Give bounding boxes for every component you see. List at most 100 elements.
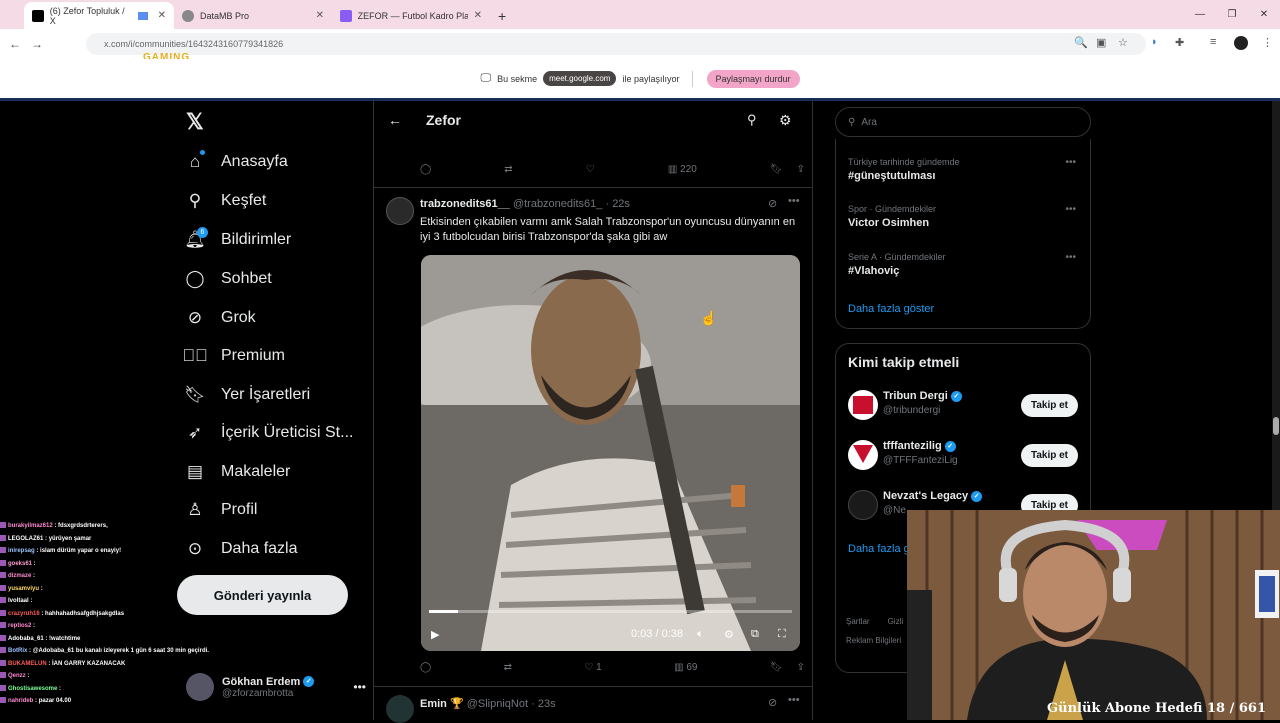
share-icon[interactable]: ⇪ xyxy=(797,164,805,175)
tweet-handle[interactable]: @SlipniqNot xyxy=(467,698,528,710)
trend-item[interactable]: Spor · Gündemdekiler Victor Osimhen xyxy=(848,204,936,229)
like-stat[interactable]: ♡ 1 xyxy=(584,662,601,673)
trend-item[interactable]: Serie A · Gündemdekiler #Vlahoviç xyxy=(848,252,946,277)
nav-label: Makaleler xyxy=(221,463,291,480)
scrollbar-thumb[interactable] xyxy=(1273,417,1279,435)
views-icon: ▥ xyxy=(667,164,678,175)
bookmark-star-icon[interactable]: ☆ xyxy=(1118,36,1128,49)
more-options-icon[interactable]: ••• xyxy=(353,680,366,694)
tweet-author[interactable]: Emin 🏆 xyxy=(420,698,464,710)
avatar[interactable] xyxy=(848,390,878,420)
browser-tab-zefor[interactable]: ZEFOR — Futbol Kadro Planlan ✕ xyxy=(332,2,490,29)
views-stat[interactable]: ▥ 69 xyxy=(674,662,697,673)
show-more-link[interactable]: Daha fazla g xyxy=(848,543,910,555)
tweet-time[interactable]: 22s xyxy=(612,198,630,210)
puzzle-icon[interactable]: ✚ xyxy=(1175,36,1184,49)
browser-tab-datamb[interactable]: DataMB Pro ✕ xyxy=(174,2,332,29)
tweet-author[interactable]: trabzonedits61__ xyxy=(420,198,510,210)
video-progress-track[interactable] xyxy=(429,610,792,613)
zoom-icon[interactable]: 🔍 xyxy=(1074,36,1088,49)
trend-more-icon[interactable]: ••• xyxy=(1065,157,1076,168)
footer-link[interactable]: Gizli xyxy=(888,617,904,626)
tweet-video[interactable]: ▶ 0:03 / 0:38 🔈︎ ⚙ ⧉ ⛶ xyxy=(421,255,800,651)
minimize-icon[interactable]: — xyxy=(1184,0,1216,29)
grok-analyze-icon[interactable]: ⊘ xyxy=(768,197,777,210)
follow-suggestion[interactable]: Tribun Dergi ✓ @tribundergi xyxy=(883,390,962,416)
show-more-link[interactable]: Daha fazla göster xyxy=(848,303,934,315)
footer-link[interactable]: Şartlar xyxy=(846,617,870,626)
nav-item-premium[interactable]: ✓⃝ Premium xyxy=(182,346,285,366)
close-tab-icon[interactable]: ✕ xyxy=(158,10,166,21)
cast-icon[interactable]: ▣ xyxy=(1096,36,1106,49)
close-tab-icon[interactable]: ✕ xyxy=(316,10,324,21)
footer-link[interactable]: Reklam Bilgileri xyxy=(846,636,901,645)
share-icon[interactable]: ⇪ xyxy=(797,662,805,673)
scrollbar[interactable] xyxy=(1272,101,1280,511)
retweet-icon[interactable]: ⇄ xyxy=(504,662,512,673)
tweet-time[interactable]: 23s xyxy=(538,698,556,710)
back-arrow-icon[interactable]: ← xyxy=(388,112,402,128)
fullscreen-icon[interactable]: ⛶ xyxy=(778,628,786,641)
bookmark-icon[interactable]: 🔖︎ xyxy=(770,662,783,673)
grok-analyze-icon[interactable]: ⊘ xyxy=(768,696,777,709)
search-icon: ⚲ xyxy=(188,191,202,210)
reply-icon[interactable]: ◯ xyxy=(420,164,431,175)
new-tab-button[interactable]: + xyxy=(490,2,514,29)
chat-message: LEGOLAZ61 : yürüyen şamar xyxy=(0,533,280,546)
menu-icon[interactable]: ⋮ xyxy=(1262,36,1273,49)
play-icon[interactable]: ▶ xyxy=(431,628,439,641)
like-icon[interactable]: ♡ xyxy=(586,164,595,175)
nav-item-profile[interactable]: ♙ Profil xyxy=(185,500,257,520)
tweet-more-icon[interactable]: ••• xyxy=(788,195,800,207)
forward-icon[interactable]: → xyxy=(26,37,48,51)
bookmark-icon[interactable]: 🔖︎ xyxy=(770,164,783,175)
x-logo-icon[interactable]: 𝕏 xyxy=(186,109,204,135)
volume-icon[interactable]: 🔈︎ xyxy=(697,628,704,641)
nav-item-explore[interactable]: ⚲ Keşfet xyxy=(185,191,267,211)
profile-avatar[interactable] xyxy=(1234,36,1248,50)
nav-item-creator-studio[interactable]: ➶ İçerik Üreticisi St... xyxy=(185,423,354,443)
tweet-handle[interactable]: @trabzonedits61_ xyxy=(513,198,602,210)
nav-item-home[interactable]: ⌂ Anasayfa xyxy=(185,150,288,172)
next-tweet-avatar[interactable] xyxy=(386,695,414,723)
tweet-avatar[interactable] xyxy=(386,197,414,225)
follow-suggestion[interactable]: tfffantezilig ✓ @TFFFanteziLig xyxy=(883,440,958,466)
search-input[interactable]: ⚲ Ara xyxy=(835,107,1091,137)
window-close-icon[interactable]: ✕ xyxy=(1248,0,1280,29)
tweet-more-icon[interactable]: ••• xyxy=(788,694,800,706)
retweet-icon[interactable]: ⇄ xyxy=(504,164,512,175)
nav-item-chat[interactable]: ◯ Sohbet xyxy=(185,269,271,289)
settings-icon[interactable]: ⚙ xyxy=(724,628,734,641)
stop-sharing-button[interactable]: Paylaşmayı durdur xyxy=(706,69,800,88)
screen-share-icon: 🖵 xyxy=(480,72,492,84)
follow-button[interactable]: Takip et xyxy=(1020,444,1078,467)
pip-icon[interactable]: ⧉ xyxy=(751,628,759,641)
verified-icon: ✓ xyxy=(971,490,983,502)
reply-icon[interactable]: ◯ xyxy=(420,662,431,673)
nav-item-notifications[interactable]: 🔔︎ 6 Bildirimler xyxy=(184,227,291,250)
search-icon[interactable]: ⚲ xyxy=(747,112,757,128)
video-time: 0:03 / 0:38 xyxy=(631,628,683,640)
chat-badge-icon xyxy=(0,597,6,604)
url-field[interactable]: x.com/i/communities/1643243160779341826 xyxy=(86,33,1146,55)
chat-username: inirepsag xyxy=(8,548,35,554)
avatar[interactable] xyxy=(848,490,878,520)
close-tab-icon[interactable]: ✕ xyxy=(474,10,482,21)
follow-button[interactable]: Takip et xyxy=(1020,394,1078,417)
nav-item-articles[interactable]: ▤ Makaleler xyxy=(185,462,290,482)
settings-gear-icon[interactable]: ⚙ xyxy=(779,112,792,129)
share-indicator-icon xyxy=(137,11,148,20)
views-stat[interactable]: ▥ 220 xyxy=(668,164,697,175)
media-icon[interactable]: ≡ xyxy=(1210,36,1216,48)
trend-more-icon[interactable]: ••• xyxy=(1065,204,1076,215)
avatar[interactable] xyxy=(848,440,878,470)
nav-item-bookmarks[interactable]: 🔖︎ Yer İşaretleri xyxy=(184,385,310,405)
extension-icon[interactable]: ◗ xyxy=(1151,36,1158,48)
browser-tab-active[interactable]: (6) Zefor Topluluk / X ✕ xyxy=(24,2,174,29)
tweet-divider xyxy=(374,187,812,188)
trend-item[interactable]: Türkiye tarihinde gündemde #güneştutulma… xyxy=(848,157,960,182)
trend-more-icon[interactable]: ••• xyxy=(1065,252,1076,263)
back-icon[interactable]: ← xyxy=(4,37,26,51)
restore-icon[interactable]: ❐ xyxy=(1216,0,1248,29)
nav-item-grok[interactable]: ⊘ Grok xyxy=(185,308,256,328)
